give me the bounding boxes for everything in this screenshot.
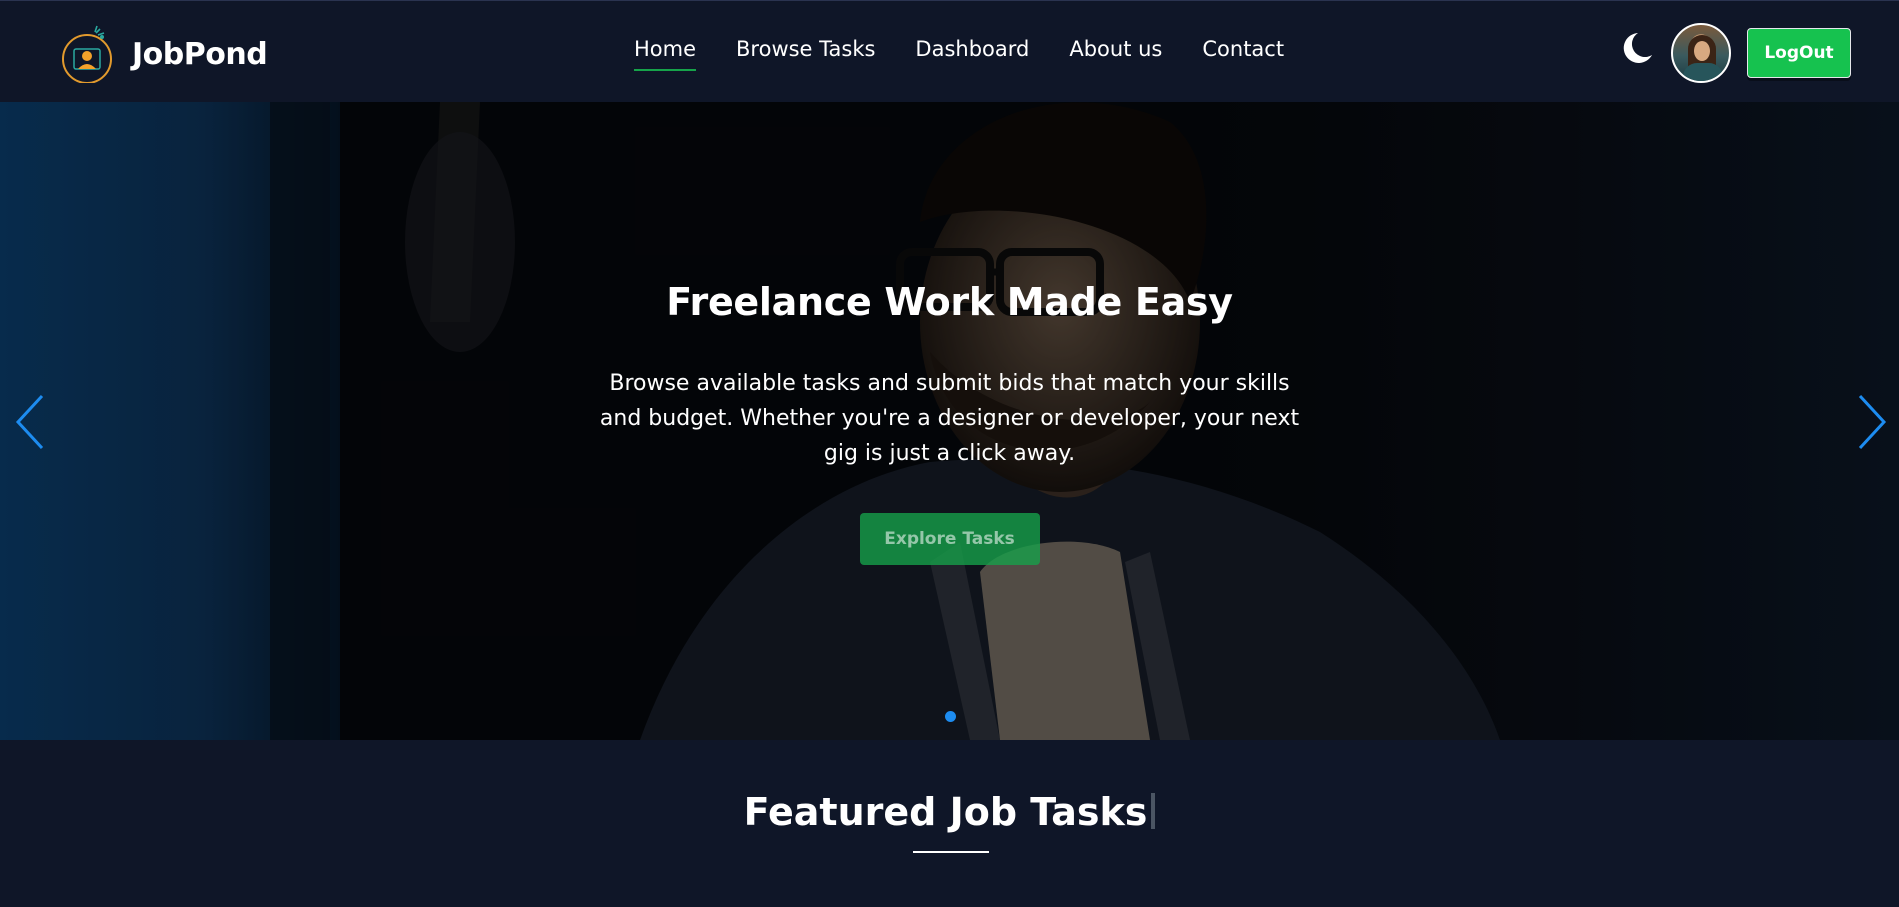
- nav-link-about-us[interactable]: About us: [1069, 37, 1162, 71]
- jobpond-logo-icon: [60, 25, 118, 84]
- theme-toggle-button[interactable]: [1616, 29, 1656, 69]
- typing-cursor: [1151, 793, 1156, 829]
- carousel-dot-1[interactable]: [945, 711, 956, 722]
- chevron-right-icon: [1858, 394, 1887, 450]
- main-nav: Home Browse Tasks Dashboard About us Con…: [634, 37, 1284, 77]
- featured-heading: Featured Job Tasks: [0, 790, 1899, 834]
- hero-content: Freelance Work Made Easy Browse availabl…: [0, 280, 1899, 565]
- featured-section: Featured Job Tasks: [0, 740, 1899, 907]
- nav-link-contact[interactable]: Contact: [1202, 37, 1284, 71]
- moon-icon: [1623, 33, 1652, 63]
- nav-link-browse-tasks[interactable]: Browse Tasks: [736, 37, 875, 71]
- explore-tasks-button[interactable]: Explore Tasks: [859, 513, 1040, 565]
- chevron-left-icon: [15, 394, 44, 450]
- heading-underline: [913, 851, 989, 853]
- logout-button[interactable]: LogOut: [1747, 28, 1851, 78]
- user-avatar[interactable]: [1671, 23, 1731, 83]
- featured-title: Featured Job Tasks: [743, 790, 1148, 834]
- nav-link-dashboard[interactable]: Dashboard: [915, 37, 1029, 71]
- hero-description: Browse available tasks and submit bids t…: [599, 371, 1300, 466]
- hero-carousel: Freelance Work Made Easy Browse availabl…: [0, 102, 1899, 740]
- carousel-pagination: [945, 711, 956, 722]
- carousel-next-button[interactable]: [1852, 392, 1892, 452]
- brand[interactable]: JobPond: [60, 25, 268, 84]
- carousel-prev-button[interactable]: [10, 392, 50, 452]
- brand-name[interactable]: JobPond: [132, 37, 268, 72]
- navbar: JobPond Home Browse Tasks Dashboard Abou…: [0, 0, 1899, 102]
- nav-link-home[interactable]: Home: [634, 37, 697, 71]
- hero-title: Freelance Work Made Easy: [666, 280, 1233, 324]
